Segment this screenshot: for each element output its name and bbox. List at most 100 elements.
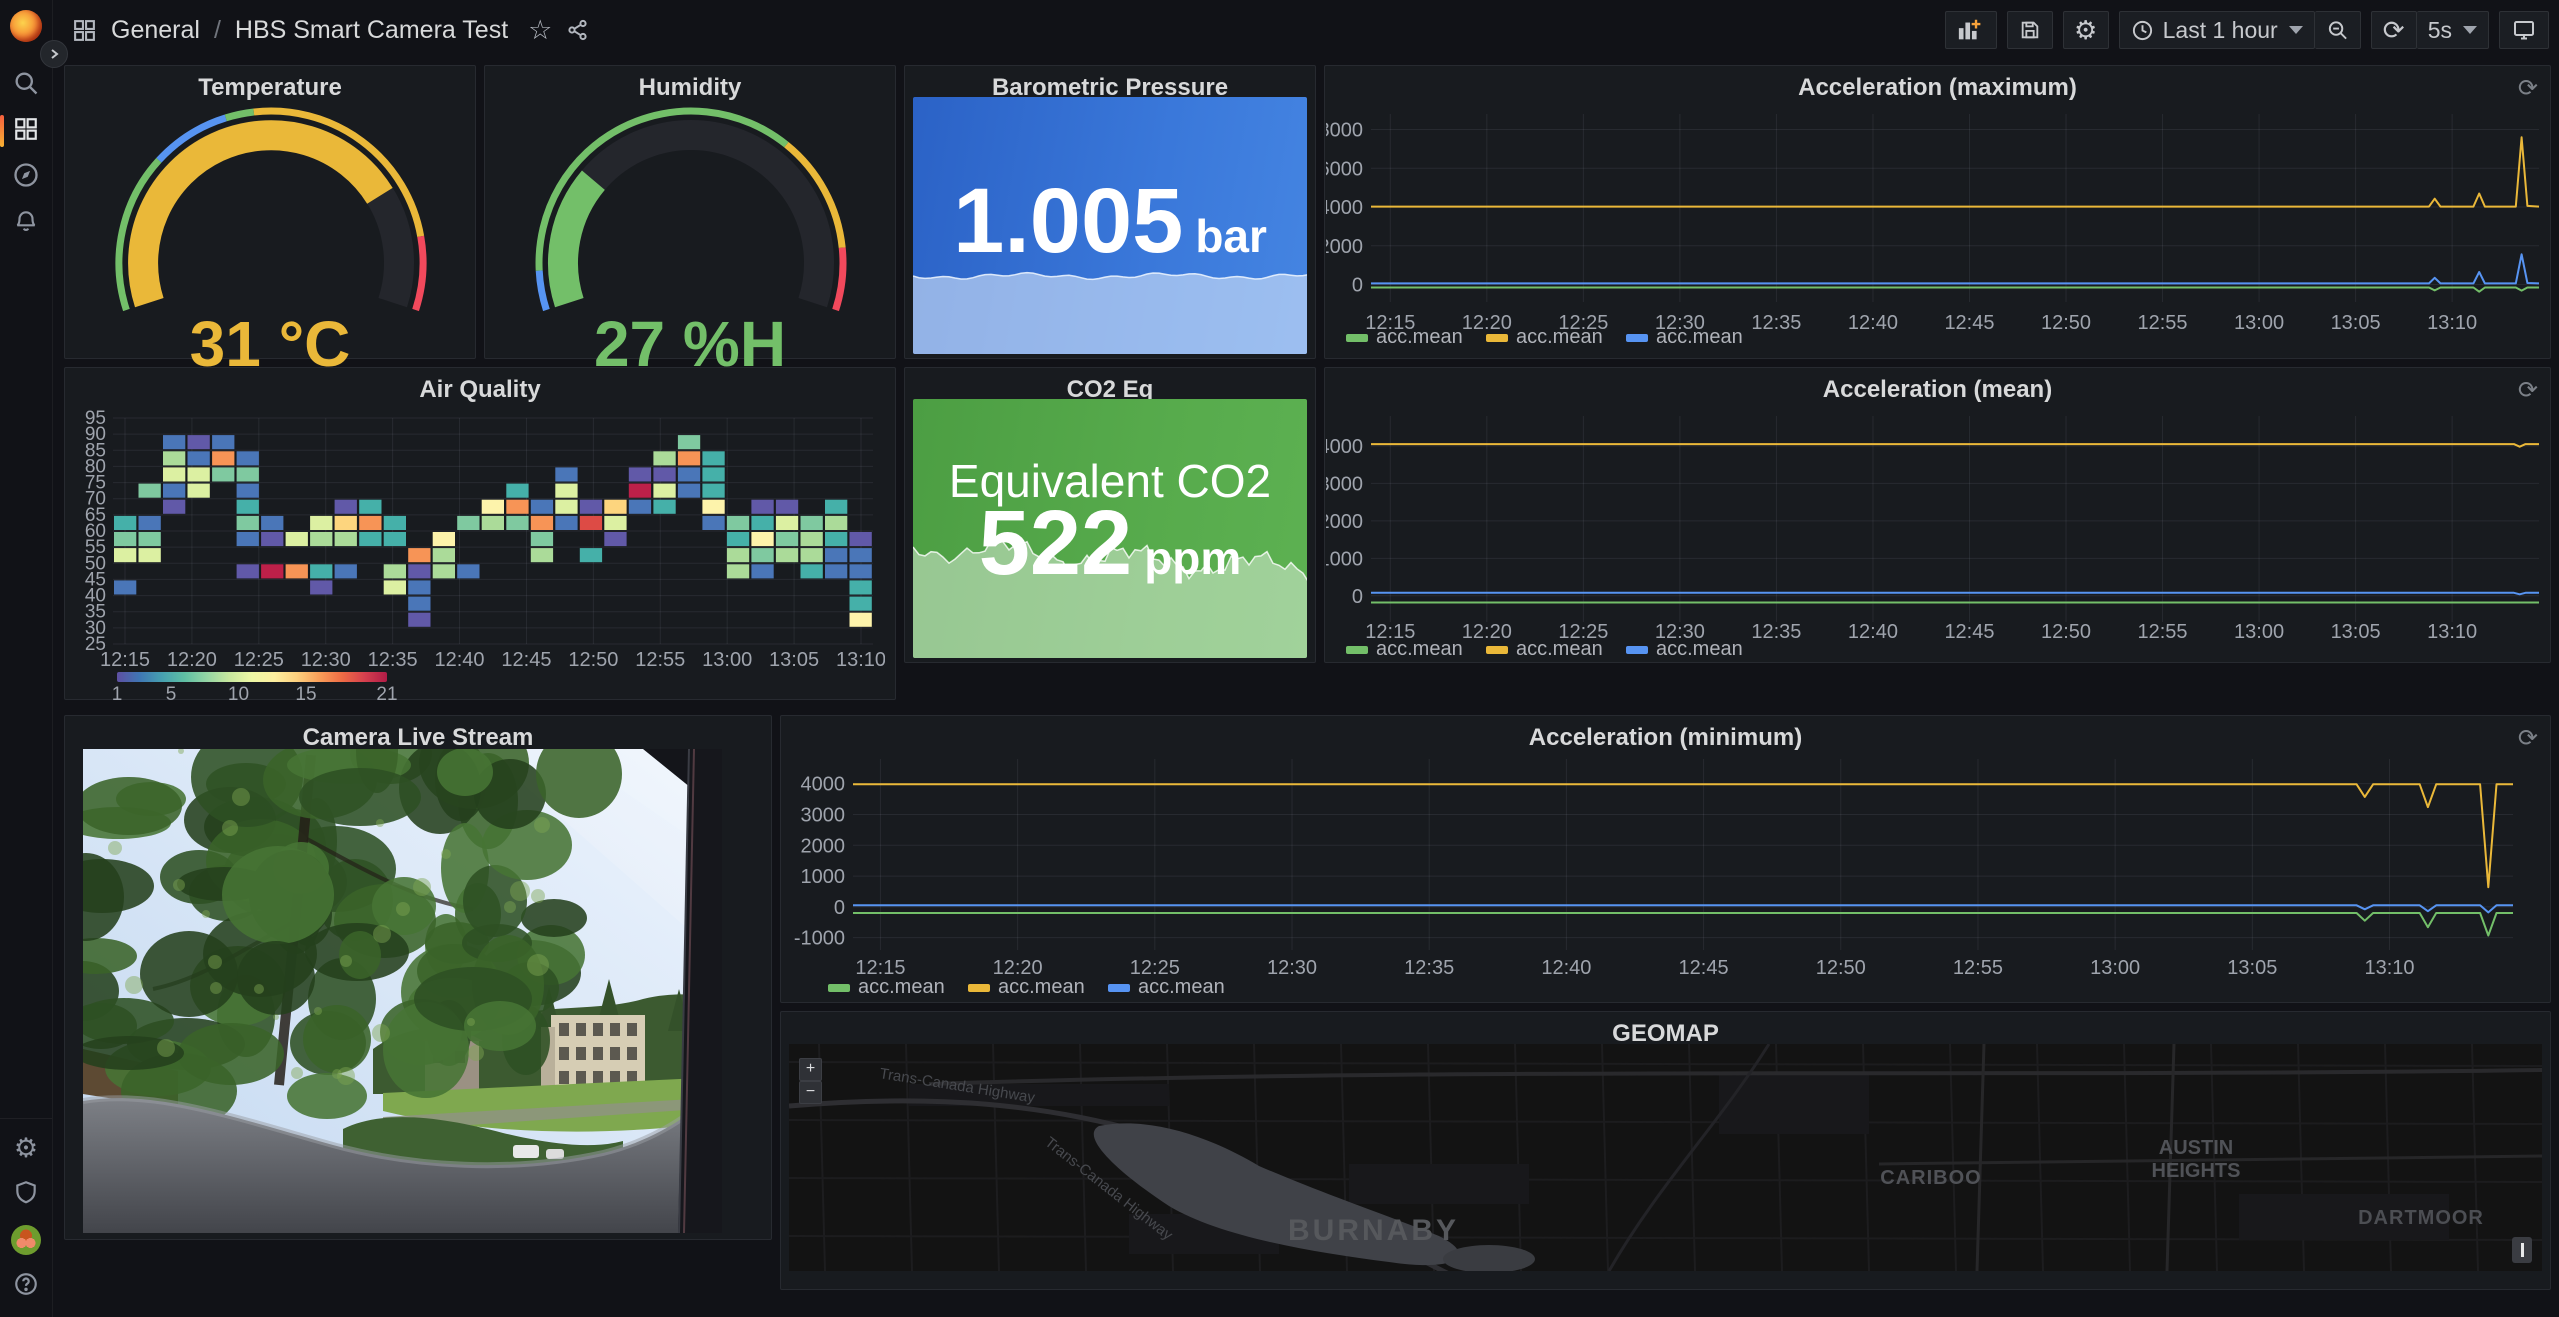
heatmap-cell[interactable] (850, 597, 872, 611)
heatmap-cell[interactable] (237, 500, 259, 514)
panel-refresh-icon[interactable]: ⟳ (2518, 724, 2538, 753)
heatmap-cell[interactable] (702, 467, 724, 481)
heatmap-cell[interactable] (653, 451, 675, 465)
heatmap-cell[interactable] (751, 564, 773, 578)
heatmap-cell[interactable] (702, 484, 724, 498)
sidebar-item-profile[interactable] (0, 1217, 52, 1263)
page-title[interactable]: HBS Smart Camera Test (235, 16, 508, 45)
panel-title[interactable]: Temperature (105, 74, 435, 102)
panel-title[interactable]: Camera Live Stream (105, 724, 731, 752)
heatmap-cell[interactable] (261, 516, 283, 530)
heatmap-cell[interactable] (433, 564, 455, 578)
heatmap-cell[interactable] (850, 580, 872, 594)
heatmap-cell[interactable] (678, 484, 700, 498)
heatmap-cell[interactable] (776, 500, 798, 514)
heatmap-cell[interactable] (555, 500, 577, 514)
heatmap-cell[interactable] (408, 564, 430, 578)
heatmap-cell[interactable] (408, 580, 430, 594)
refresh-interval-picker[interactable]: 5s (2417, 11, 2489, 49)
heatmap-cell[interactable] (359, 500, 381, 514)
heatmap-cell[interactable] (801, 516, 823, 530)
heatmap-cell[interactable] (286, 564, 308, 578)
heatmap-cell[interactable] (678, 467, 700, 481)
heatmap-cell[interactable] (531, 532, 553, 546)
panel-title[interactable]: Acceleration (mean) (1365, 376, 2510, 404)
heatmap-cell[interactable] (555, 467, 577, 481)
heatmap-cell[interactable] (335, 516, 357, 530)
heatmap-cell[interactable] (188, 451, 210, 465)
heatmap-cell[interactable] (482, 516, 504, 530)
heatmap-cell[interactable] (555, 516, 577, 530)
heatmap-cell[interactable] (335, 564, 357, 578)
save-dashboard-button[interactable] (2007, 11, 2053, 49)
sidebar-item-dashboards[interactable] (0, 108, 52, 154)
legend-item[interactable]: acc.mean (1108, 976, 1225, 998)
heatmap-cell[interactable] (408, 597, 430, 611)
heatmap-cell[interactable] (825, 500, 847, 514)
heatmap-cell[interactable] (727, 564, 749, 578)
heatmap-cell[interactable] (850, 532, 872, 546)
heatmap-cell[interactable] (850, 548, 872, 562)
heatmap-cell[interactable] (555, 484, 577, 498)
heatmap-cell[interactable] (310, 532, 332, 546)
map-attribution-button[interactable] (2512, 1237, 2532, 1263)
heatmap-cell[interactable] (776, 548, 798, 562)
heatmap-cell[interactable] (139, 532, 161, 546)
heatmap-cell[interactable] (212, 435, 234, 449)
heatmap-cell[interactable] (237, 564, 259, 578)
sidebar-item-explore[interactable] (0, 154, 52, 200)
heatmap-cell[interactable] (801, 548, 823, 562)
heatmap-cell[interactable] (384, 564, 406, 578)
heatmap-cell[interactable] (237, 451, 259, 465)
sidebar-item-server-admin[interactable] (0, 1171, 52, 1217)
heatmap-cell[interactable] (727, 548, 749, 562)
heatmap-cell[interactable] (139, 484, 161, 498)
heatmap-cell[interactable] (114, 516, 136, 530)
heatmap-cell[interactable] (114, 580, 136, 594)
legend-item[interactable]: acc.mean (1346, 638, 1463, 660)
panel-title[interactable]: Air Quality (105, 376, 855, 404)
heatmap-cell[interactable] (482, 500, 504, 514)
heatmap-cell[interactable] (751, 500, 773, 514)
heatmap-cell[interactable] (727, 516, 749, 530)
heatmap-cell[interactable] (433, 532, 455, 546)
heatmap-cell[interactable] (604, 516, 626, 530)
heatmap-cell[interactable] (702, 451, 724, 465)
sidebar-item-search[interactable] (0, 62, 52, 108)
heatmap-cell[interactable] (751, 548, 773, 562)
heatmap-cell[interactable] (457, 516, 479, 530)
heatmap-cell[interactable] (212, 467, 234, 481)
heatmap-cell[interactable] (506, 500, 528, 514)
heatmap-cell[interactable] (188, 435, 210, 449)
heatmap-cell[interactable] (629, 500, 651, 514)
heatmap-cell[interactable] (139, 516, 161, 530)
heatmap-cell[interactable] (163, 484, 185, 498)
zoom-out-button[interactable] (2315, 11, 2361, 49)
sidebar-expand-button[interactable] (40, 40, 68, 68)
heatmap-cell[interactable] (825, 516, 847, 530)
heatmap-cell[interactable] (408, 613, 430, 627)
heatmap-cell[interactable] (359, 516, 381, 530)
dashboard-settings-button[interactable]: ⚙ (2063, 11, 2109, 49)
heatmap-cell[interactable] (286, 532, 308, 546)
heatmap-cell[interactable] (433, 548, 455, 562)
heatmap-cell[interactable] (506, 484, 528, 498)
legend-item[interactable]: acc.mean (1346, 326, 1463, 348)
panel-refresh-icon[interactable]: ⟳ (2518, 74, 2538, 103)
heatmap-cell[interactable] (188, 484, 210, 498)
heatmap-cell[interactable] (653, 500, 675, 514)
heatmap-cell[interactable] (237, 467, 259, 481)
heatmap-cell[interactable] (212, 451, 234, 465)
heatmap-cell[interactable] (678, 435, 700, 449)
heatmap-cell[interactable] (580, 548, 602, 562)
panel-title[interactable]: Acceleration (maximum) (1365, 74, 2510, 102)
heatmap-cell[interactable] (163, 435, 185, 449)
heatmap-cell[interactable] (163, 451, 185, 465)
heatmap-cell[interactable] (506, 516, 528, 530)
heatmap-cell[interactable] (702, 500, 724, 514)
panel-title[interactable]: Humidity (525, 74, 855, 102)
breadcrumb-section[interactable]: General (111, 16, 200, 45)
heatmap-cell[interactable] (384, 580, 406, 594)
heatmap-cell[interactable] (653, 467, 675, 481)
heatmap-cell[interactable] (310, 580, 332, 594)
